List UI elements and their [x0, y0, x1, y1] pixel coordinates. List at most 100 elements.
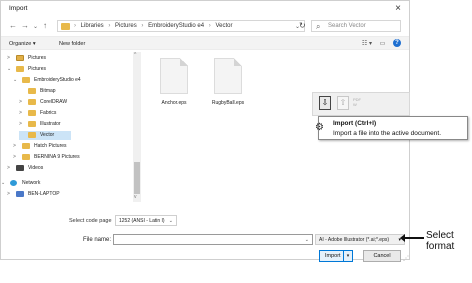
breadcrumb-vector[interactable]: Vector	[215, 23, 232, 29]
tree-item-label: Network	[22, 180, 41, 186]
refresh-icon[interactable]: ↻	[299, 21, 306, 31]
tree-item-label: Videos	[28, 165, 44, 171]
tree-item-label: EmbroideryStudio e4	[34, 77, 81, 83]
callout-line-2: format	[426, 241, 455, 252]
tree-item-vector[interactable]: Vector	[19, 131, 71, 140]
network-icon	[10, 180, 17, 186]
tree-item-label: Pictures	[28, 55, 47, 61]
select-format-callout: Select format	[426, 230, 454, 252]
close-icon[interactable]: ×	[395, 3, 401, 15]
tree-item-ben-laptop[interactable]: > BEN-LAPTOP	[7, 190, 133, 199]
pictures-library-icon	[16, 55, 24, 61]
file-name: RugbyBall.eps	[211, 100, 245, 106]
pdf-export-icon[interactable]: PDF W	[353, 97, 361, 107]
tree-item-pictures[interactable]: > Pictures	[7, 54, 133, 63]
breadcrumb-separator: ›	[108, 23, 111, 29]
tree-item-coreldraw[interactable]: > CorelDRAW	[19, 98, 133, 107]
tree-item-label: Pictures	[28, 66, 47, 72]
navigation-scrollbar[interactable]: ^ v	[133, 52, 141, 202]
breadcrumb-separator: ›	[74, 23, 76, 29]
search-input[interactable]: ⌕ Search Vector	[311, 20, 401, 32]
import-icon[interactable]: ⇩	[319, 96, 331, 110]
forward-arrow-icon[interactable]: →	[21, 21, 29, 31]
tree-item-label: Bitmap	[40, 88, 56, 94]
recent-locations-chevron-icon[interactable]: ⌄	[33, 22, 38, 32]
file-name: Anchor.eps	[161, 100, 187, 106]
import-tooltip: ⚙ Import (Ctrl+I) Import a file into the…	[315, 116, 468, 140]
tree-item-bitmap[interactable]: Bitmap	[19, 87, 133, 96]
cancel-button[interactable]: Cancel	[363, 250, 401, 262]
tree-item-label: BEN-LAPTOP	[28, 191, 60, 197]
preview-pane-icon[interactable]: ▭	[380, 40, 386, 47]
breadcrumb-separator: ›	[141, 23, 144, 29]
tree-item-label: Illustrator	[40, 121, 61, 127]
new-folder-button[interactable]: New folder	[59, 41, 85, 47]
resize-grip-icon[interactable]: ⋰	[403, 255, 409, 262]
import-button[interactable]: Import ▾	[319, 250, 353, 262]
folder-icon	[28, 132, 36, 138]
chevron-down-icon: ⌄	[168, 218, 173, 224]
tree-item-embroiderystudio[interactable]: ⌄ EmbroideryStudio e4	[13, 76, 133, 85]
chevron-right-icon[interactable]: >	[19, 99, 22, 105]
file-item-rugbyball[interactable]: RugbyBall.eps	[201, 58, 255, 106]
chevron-right-icon[interactable]: >	[19, 110, 22, 116]
folder-icon	[28, 88, 36, 94]
tree-item-bernina-pictures[interactable]: > BERNINA 9 Pictures	[13, 153, 133, 162]
breadcrumb-libraries[interactable]: Libraries	[81, 23, 104, 29]
scrollbar-thumb[interactable]	[134, 162, 140, 194]
breadcrumb-embroiderystudio[interactable]: EmbroideryStudio e4	[148, 23, 204, 29]
tree-item-hatch-pictures[interactable]: > Hatch Pictures	[13, 142, 133, 151]
tree-item-illustrator[interactable]: > Illustrator	[19, 120, 133, 129]
file-type-value: AI - Adobe Illustrator (*.ai;*.eps)	[319, 237, 390, 243]
tree-item-label: BERNINA 9 Pictures	[34, 154, 80, 160]
breadcrumb: › Libraries › Pictures › EmbroideryStudi…	[74, 23, 235, 29]
folder-icon	[22, 143, 30, 149]
navigation-bar: ← → ⌄ ↑ › Libraries › Pictures › Embroid…	[1, 18, 409, 34]
video-icon	[16, 165, 24, 171]
breadcrumb-pictures[interactable]: Pictures	[115, 23, 137, 29]
tree-item-label: CorelDRAW	[40, 99, 68, 105]
help-icon[interactable]: ?	[393, 39, 401, 47]
pdf-sublabel: W	[353, 102, 357, 107]
folder-icon	[16, 66, 24, 72]
tooltip-title: Import (Ctrl+I)	[333, 120, 377, 127]
chevron-right-icon[interactable]: >	[19, 121, 22, 127]
up-arrow-icon[interactable]: ↑	[43, 21, 47, 31]
address-bar[interactable]: › Libraries › Pictures › EmbroideryStudi…	[57, 20, 305, 32]
tree-item-fabrics[interactable]: > Fabrics	[19, 109, 133, 118]
chevron-right-icon[interactable]: >	[7, 191, 10, 197]
chevron-down-icon[interactable]: ⌄	[305, 237, 309, 243]
view-options-icon[interactable]: ☷ ▾	[362, 40, 372, 47]
back-arrow-icon[interactable]: ←	[9, 21, 17, 31]
scroll-down-icon[interactable]: v	[134, 194, 137, 200]
gear-icon[interactable]: ⚙	[315, 123, 324, 133]
organize-menu[interactable]: Organize ▾	[9, 41, 36, 47]
chevron-right-icon[interactable]: >	[7, 165, 10, 171]
code-page-select[interactable]: 1252 (ANSI - Latin I) ⌄	[115, 215, 177, 226]
tree-item-network[interactable]: ⌄ Network	[1, 179, 133, 188]
chevron-down-icon[interactable]: ⌄	[1, 180, 5, 186]
chevron-right-icon[interactable]: >	[13, 143, 16, 149]
code-page-value: 1252 (ANSI - Latin I)	[119, 218, 165, 224]
folder-icon	[22, 154, 30, 160]
callout-line-1: Select	[426, 230, 454, 241]
chevron-right-icon[interactable]: >	[7, 55, 10, 61]
scroll-up-icon[interactable]: ^	[134, 52, 136, 58]
tooltip-description: Import a file into the active document.	[333, 130, 442, 137]
file-name-label: File name:	[83, 237, 112, 243]
export-icon[interactable]: ⇧	[337, 96, 349, 110]
breadcrumb-separator: ›	[208, 23, 211, 29]
chevron-down-icon[interactable]: ⌄	[7, 66, 11, 72]
import-button-label: Import	[325, 253, 341, 259]
file-name-input[interactable]: ⌄	[113, 234, 313, 245]
title-bar: Import ×	[1, 1, 409, 17]
code-page-label: Select code page	[69, 218, 112, 224]
file-type-select[interactable]: AI - Adobe Illustrator (*.ai;*.eps) ▾	[315, 234, 405, 245]
import-split-dropdown-icon[interactable]: ▾	[343, 251, 352, 261]
computer-icon	[16, 191, 24, 197]
tree-item-pictures-folder[interactable]: ⌄ Pictures	[7, 65, 133, 74]
tree-item-videos[interactable]: > Videos	[7, 164, 133, 173]
chevron-right-icon[interactable]: >	[13, 154, 16, 160]
chevron-down-icon[interactable]: ⌄	[13, 77, 17, 83]
file-item-anchor[interactable]: Anchor.eps	[147, 58, 201, 106]
